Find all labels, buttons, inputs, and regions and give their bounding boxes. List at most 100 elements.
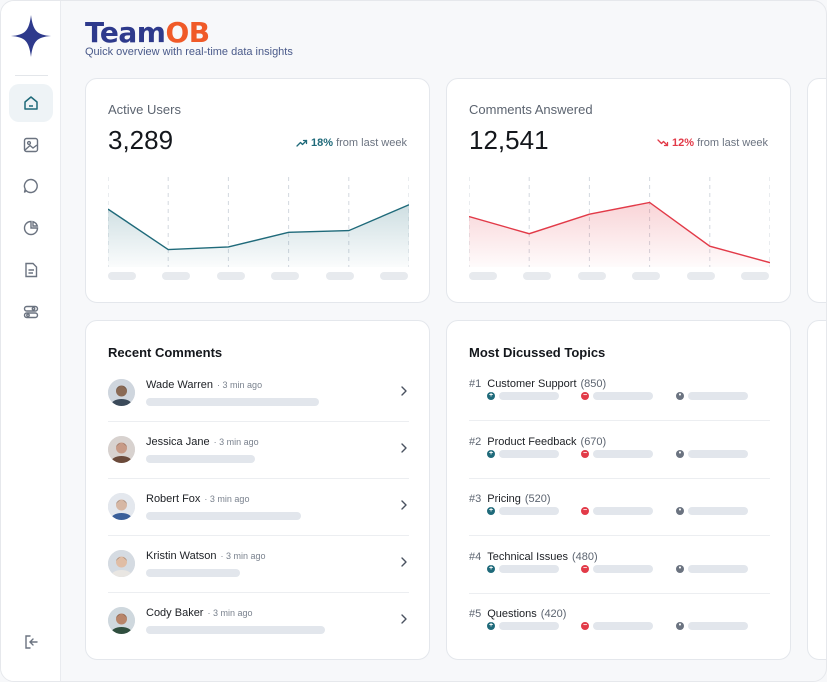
trend-suffix: from last week	[336, 137, 407, 149]
commenter-name-text: Cody Baker	[146, 607, 204, 619]
comment-row[interactable]: Kristin Watson · 3 min ago	[108, 550, 409, 607]
axis-placeholder	[578, 272, 606, 280]
sidebar-item-messages[interactable]	[9, 167, 53, 205]
chart-axis-placeholders	[469, 272, 770, 280]
commenter-name-text: Kristin Watson	[146, 550, 217, 562]
plus-icon: +	[487, 449, 495, 458]
logout-button[interactable]	[9, 623, 53, 661]
topic-row: #4 Technical Issues (480) + − •	[469, 547, 770, 591]
active-users-card: Active Users 3,289 18% from last week	[85, 78, 430, 303]
comment-preview-placeholder	[146, 626, 325, 634]
comment-preview-placeholder	[146, 455, 255, 463]
metric-placeholder	[499, 392, 559, 400]
axis-placeholder	[469, 272, 497, 280]
row-divider	[469, 420, 770, 421]
topic-count: (850)	[580, 378, 607, 390]
chart-axis-placeholders	[108, 272, 409, 280]
comment-row[interactable]: Jessica Jane · 3 min ago	[108, 436, 409, 493]
row-divider	[469, 592, 770, 594]
plus-icon: +	[487, 392, 495, 400]
comments-answered-card: Comments Answered 12,541 12% from last w…	[446, 78, 791, 303]
commenter-name: Cody Baker · 3 min ago	[146, 607, 253, 619]
commenter-name-text: Robert Fox	[146, 493, 201, 505]
row-divider	[108, 535, 409, 536]
metric-placeholder	[688, 449, 748, 458]
comment-time: · 3 min ago	[204, 494, 250, 504]
neutral-icon: •	[676, 507, 684, 515]
metric-placeholder	[688, 564, 748, 573]
sidebar-item-analytics[interactable]	[9, 209, 53, 247]
comment-preview-placeholder	[146, 398, 319, 406]
chevron-right-icon	[401, 386, 407, 396]
metric-placeholder	[688, 392, 748, 400]
commenter-name: Jessica Jane · 3 min ago	[146, 436, 259, 448]
brand-logo: TeamOB	[85, 16, 210, 49]
topic-heading: #2 Product Feedback (670)	[469, 432, 606, 450]
axis-placeholder	[741, 272, 769, 280]
comment-time-text: 3 min ago	[209, 494, 250, 504]
minus-icon: −	[581, 622, 589, 630]
metric-placeholder	[688, 507, 748, 515]
series-area	[469, 202, 770, 267]
metric-placeholder	[499, 622, 559, 630]
toggle-icon	[23, 305, 39, 319]
minus-icon: −	[581, 392, 589, 400]
axis-placeholder	[523, 272, 551, 280]
trend-percent: 12%	[672, 137, 695, 149]
section-title: Most Dicussed Topics	[469, 345, 606, 360]
home-icon	[24, 96, 38, 110]
metric-placeholder	[499, 564, 559, 573]
avatar	[108, 607, 135, 634]
metric-placeholder	[593, 449, 653, 458]
logout-icon	[25, 635, 38, 649]
extra-panel-card	[807, 320, 826, 660]
comment-row[interactable]: Cody Baker · 3 min ago	[108, 607, 409, 664]
sidebar-item-gallery[interactable]	[9, 126, 53, 164]
topic-rank: #5	[469, 608, 482, 620]
avatar	[108, 436, 135, 463]
row-divider	[469, 477, 770, 479]
trend-percent: 18%	[311, 137, 334, 149]
card-value: 12,541	[469, 125, 549, 155]
axis-placeholder	[632, 272, 660, 280]
minus-icon: −	[581, 449, 589, 458]
axis-placeholder	[271, 272, 299, 280]
plus-icon: +	[487, 622, 495, 630]
card-label: Comments Answered	[469, 102, 593, 117]
chevron-right-icon	[401, 614, 407, 624]
metric-placeholder	[593, 622, 653, 630]
chevron-right-icon	[401, 557, 407, 567]
topic-rank: #1	[469, 378, 482, 390]
topic-heading: #5 Questions (420)	[469, 604, 566, 622]
comment-time-text: 3 min ago	[212, 608, 253, 618]
comment-time: · 3 min ago	[217, 380, 263, 390]
sidebar-item-documents[interactable]	[9, 251, 53, 289]
comment-row[interactable]: Wade Warren · 3 min ago	[108, 379, 409, 436]
sidebar-item-home[interactable]	[9, 84, 53, 122]
brand-suffix: OB	[165, 16, 210, 49]
axis-placeholder	[162, 272, 190, 280]
row-divider	[108, 421, 409, 422]
topic-name: Questions	[487, 608, 537, 620]
topic-heading: #1 Customer Support (850)	[469, 374, 606, 392]
neutral-icon: •	[676, 449, 684, 458]
topic-row: #5 Questions (420) + − •	[469, 604, 770, 648]
trend-suffix: from last week	[697, 137, 768, 149]
comment-row[interactable]: Robert Fox · 3 min ago	[108, 493, 409, 550]
topic-rank: #4	[469, 550, 482, 563]
comment-preview-placeholder	[146, 569, 240, 577]
topic-name: Technical Issues	[487, 550, 568, 563]
commenter-name: Wade Warren · 3 min ago	[146, 379, 262, 391]
comment-time-text: 3 min ago	[219, 437, 259, 447]
chat-icon	[23, 178, 38, 194]
brand-prefix: Team	[85, 16, 166, 49]
topic-name: Pricing	[487, 493, 521, 505]
avatar	[108, 379, 135, 406]
trend-indicator: 18% from last week	[296, 137, 407, 149]
axis-placeholder	[326, 272, 354, 280]
axis-placeholder	[217, 272, 245, 280]
comment-time-text: 3 min ago	[222, 380, 263, 390]
metric-placeholder	[499, 449, 559, 458]
sidebar-item-settings[interactable]	[9, 293, 53, 331]
commenter-name: Robert Fox · 3 min ago	[146, 493, 249, 505]
